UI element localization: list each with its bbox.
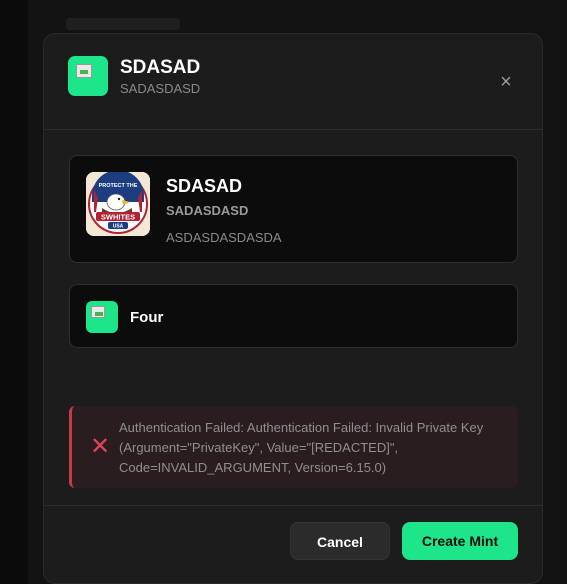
token-description: ASDASDASDASDA — [166, 230, 282, 245]
background-placeholder — [66, 18, 180, 30]
token-image-text-top: PROTECT THE — [99, 183, 138, 189]
token-symbol: SADASDASD — [166, 203, 249, 218]
token-image: PROTECT THE SWHITES USA — [86, 172, 150, 236]
broken-image-icon — [91, 306, 105, 318]
modal-subtitle: SADASDASD — [120, 81, 201, 96]
platform-logo-icon — [68, 56, 108, 96]
platform-card: Four — [69, 284, 518, 348]
platform-label: Four — [130, 309, 164, 326]
token-image-text-bottom: USA — [113, 224, 124, 230]
modal-footer: Cancel Create Mint — [44, 505, 542, 583]
error-message: Authentication Failed: Authentication Fa… — [119, 420, 484, 475]
platform-icon — [86, 301, 118, 333]
token-preview-card: PROTECT THE SWHITES USA SDASAD SADASDASD… — [69, 155, 518, 263]
token-image-art: PROTECT THE SWHITES USA — [86, 172, 150, 236]
cancel-button[interactable]: Cancel — [290, 522, 390, 560]
create-mint-modal: SDASAD SADASDASD × PROTECT THE SWHITES U… — [43, 33, 543, 584]
modal-header: SDASAD SADASDASD × — [44, 34, 542, 130]
error-alert: ✕ Authentication Failed: Authentication … — [69, 406, 518, 488]
broken-image-icon — [76, 64, 92, 78]
close-icon[interactable]: × — [496, 72, 516, 92]
token-image-text-mid: SWHITES — [101, 213, 135, 222]
modal-title: SDASAD — [120, 57, 201, 78]
create-mint-button[interactable]: Create Mint — [402, 522, 518, 560]
token-name: SDASAD — [166, 176, 243, 196]
error-x-icon: ✕ — [90, 433, 111, 460]
